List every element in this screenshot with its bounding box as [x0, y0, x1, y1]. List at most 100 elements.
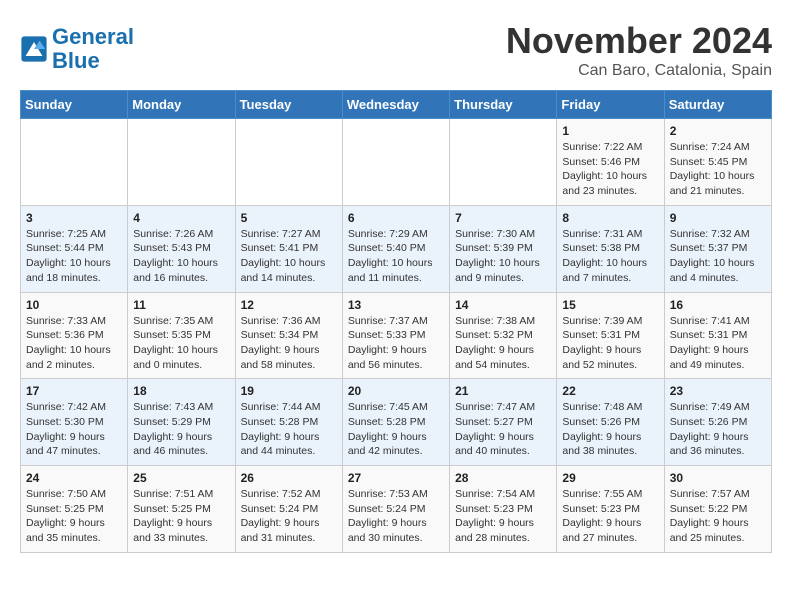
day-number: 16	[670, 298, 766, 312]
week-row-3: 10 Sunrise: 7:33 AM Sunset: 5:36 PM Dayli…	[21, 292, 772, 379]
day-info: Sunrise: 7:26 AM Sunset: 5:43 PM Dayligh…	[133, 227, 229, 286]
day-cell	[342, 119, 449, 206]
location-title: Can Baro, Catalonia, Spain	[506, 62, 772, 80]
day-cell: 21Sunrise: 7:47 AM Sunset: 5:27 PM Dayli…	[450, 379, 557, 466]
day-cell	[450, 119, 557, 206]
day-number: 7	[455, 211, 551, 225]
day-info: Sunrise: 7:53 AM Sunset: 5:24 PM Dayligh…	[348, 487, 444, 546]
day-number: 4	[133, 211, 229, 225]
weekday-header-monday: Monday	[128, 91, 235, 119]
day-number: 5	[241, 211, 337, 225]
day-cell: 28Sunrise: 7:54 AM Sunset: 5:23 PM Dayli…	[450, 466, 557, 553]
weekday-header-saturday: Saturday	[664, 91, 771, 119]
day-number: 15	[562, 298, 658, 312]
logo-text: General Blue	[52, 25, 134, 73]
day-cell	[235, 119, 342, 206]
day-number: 18	[133, 384, 229, 398]
day-number: 20	[348, 384, 444, 398]
day-cell: 27 Sunrise: 7:53 AM Sunset: 5:24 PM Dayli…	[342, 466, 449, 553]
day-number: 24	[26, 471, 122, 485]
day-info: Sunrise: 7:47 AM Sunset: 5:27 PM Dayligh…	[455, 400, 551, 459]
day-info: Sunrise: 7:24 AM Sunset: 5:45 PM Dayligh…	[670, 140, 766, 199]
day-cell: 7Sunrise: 7:30 AM Sunset: 5:39 PM Daylig…	[450, 205, 557, 292]
day-number: 25	[133, 471, 229, 485]
day-cell: 8Sunrise: 7:31 AM Sunset: 5:38 PM Daylig…	[557, 205, 664, 292]
weekday-header-row: SundayMondayTuesdayWednesdayThursdayFrid…	[21, 91, 772, 119]
day-cell: 18 Sunrise: 7:43 AM Sunset: 5:29 PM Dayli…	[128, 379, 235, 466]
day-info: Sunrise: 7:22 AM Sunset: 5:46 PM Dayligh…	[562, 140, 658, 199]
day-number: 9	[670, 211, 766, 225]
week-row-5: 24 Sunrise: 7:50 AM Sunset: 5:25 PM Dayli…	[21, 466, 772, 553]
day-cell: 5 Sunrise: 7:27 AM Sunset: 5:41 PM Daylig…	[235, 205, 342, 292]
day-info: Sunrise: 7:41 AM Sunset: 5:31 PM Dayligh…	[670, 314, 766, 373]
logo-line2: Blue	[52, 48, 100, 73]
day-info: Sunrise: 7:33 AM Sunset: 5:36 PM Dayligh…	[26, 314, 122, 373]
day-number: 12	[241, 298, 337, 312]
day-number: 26	[241, 471, 337, 485]
day-cell: 9 Sunrise: 7:32 AM Sunset: 5:37 PM Daylig…	[664, 205, 771, 292]
day-number: 3	[26, 211, 122, 225]
day-number: 28	[455, 471, 551, 485]
day-cell: 20 Sunrise: 7:45 AM Sunset: 5:28 PM Dayli…	[342, 379, 449, 466]
week-row-1: 1 Sunrise: 7:22 AM Sunset: 5:46 PM Daylig…	[21, 119, 772, 206]
day-cell: 19 Sunrise: 7:44 AM Sunset: 5:28 PM Dayli…	[235, 379, 342, 466]
day-info: Sunrise: 7:44 AM Sunset: 5:28 PM Dayligh…	[241, 400, 337, 459]
month-title: November 2024	[506, 20, 772, 62]
day-cell: 2 Sunrise: 7:24 AM Sunset: 5:45 PM Daylig…	[664, 119, 771, 206]
day-info: Sunrise: 7:50 AM Sunset: 5:25 PM Dayligh…	[26, 487, 122, 546]
day-cell: 6Sunrise: 7:29 AM Sunset: 5:40 PM Daylig…	[342, 205, 449, 292]
day-cell: 3Sunrise: 7:25 AM Sunset: 5:44 PM Daylig…	[21, 205, 128, 292]
logo-line1: General	[52, 24, 134, 49]
day-cell: 16 Sunrise: 7:41 AM Sunset: 5:31 PM Dayli…	[664, 292, 771, 379]
header: General Blue November 2024 Can Baro, Cat…	[20, 20, 772, 80]
day-number: 27	[348, 471, 444, 485]
title-area: November 2024 Can Baro, Catalonia, Spain	[506, 20, 772, 80]
day-cell: 1 Sunrise: 7:22 AM Sunset: 5:46 PM Daylig…	[557, 119, 664, 206]
day-number: 22	[562, 384, 658, 398]
day-info: Sunrise: 7:36 AM Sunset: 5:34 PM Dayligh…	[241, 314, 337, 373]
day-info: Sunrise: 7:49 AM Sunset: 5:26 PM Dayligh…	[670, 400, 766, 459]
day-cell: 11Sunrise: 7:35 AM Sunset: 5:35 PM Dayli…	[128, 292, 235, 379]
day-info: Sunrise: 7:37 AM Sunset: 5:33 PM Dayligh…	[348, 314, 444, 373]
day-cell: 10 Sunrise: 7:33 AM Sunset: 5:36 PM Dayli…	[21, 292, 128, 379]
day-cell: 23Sunrise: 7:49 AM Sunset: 5:26 PM Dayli…	[664, 379, 771, 466]
day-info: Sunrise: 7:52 AM Sunset: 5:24 PM Dayligh…	[241, 487, 337, 546]
day-number: 30	[670, 471, 766, 485]
week-row-2: 3Sunrise: 7:25 AM Sunset: 5:44 PM Daylig…	[21, 205, 772, 292]
week-row-4: 17 Sunrise: 7:42 AM Sunset: 5:30 PM Dayli…	[21, 379, 772, 466]
day-info: Sunrise: 7:55 AM Sunset: 5:23 PM Dayligh…	[562, 487, 658, 546]
day-cell	[21, 119, 128, 206]
day-number: 17	[26, 384, 122, 398]
day-info: Sunrise: 7:48 AM Sunset: 5:26 PM Dayligh…	[562, 400, 658, 459]
day-info: Sunrise: 7:57 AM Sunset: 5:22 PM Dayligh…	[670, 487, 766, 546]
day-number: 14	[455, 298, 551, 312]
day-info: Sunrise: 7:32 AM Sunset: 5:37 PM Dayligh…	[670, 227, 766, 286]
weekday-header-sunday: Sunday	[21, 91, 128, 119]
day-info: Sunrise: 7:31 AM Sunset: 5:38 PM Dayligh…	[562, 227, 658, 286]
day-cell: 12 Sunrise: 7:36 AM Sunset: 5:34 PM Dayli…	[235, 292, 342, 379]
day-info: Sunrise: 7:42 AM Sunset: 5:30 PM Dayligh…	[26, 400, 122, 459]
day-info: Sunrise: 7:43 AM Sunset: 5:29 PM Dayligh…	[133, 400, 229, 459]
day-info: Sunrise: 7:45 AM Sunset: 5:28 PM Dayligh…	[348, 400, 444, 459]
day-info: Sunrise: 7:27 AM Sunset: 5:41 PM Dayligh…	[241, 227, 337, 286]
day-cell: 22 Sunrise: 7:48 AM Sunset: 5:26 PM Dayli…	[557, 379, 664, 466]
day-cell: 15 Sunrise: 7:39 AM Sunset: 5:31 PM Dayli…	[557, 292, 664, 379]
weekday-header-tuesday: Tuesday	[235, 91, 342, 119]
day-number: 6	[348, 211, 444, 225]
day-info: Sunrise: 7:38 AM Sunset: 5:32 PM Dayligh…	[455, 314, 551, 373]
day-cell: 4 Sunrise: 7:26 AM Sunset: 5:43 PM Daylig…	[128, 205, 235, 292]
weekday-header-wednesday: Wednesday	[342, 91, 449, 119]
day-number: 19	[241, 384, 337, 398]
logo-icon	[20, 35, 48, 63]
calendar-table: SundayMondayTuesdayWednesdayThursdayFrid…	[20, 90, 772, 553]
day-number: 10	[26, 298, 122, 312]
weekday-header-thursday: Thursday	[450, 91, 557, 119]
day-number: 1	[562, 124, 658, 138]
day-cell: 24 Sunrise: 7:50 AM Sunset: 5:25 PM Dayli…	[21, 466, 128, 553]
day-info: Sunrise: 7:39 AM Sunset: 5:31 PM Dayligh…	[562, 314, 658, 373]
day-cell: 30 Sunrise: 7:57 AM Sunset: 5:22 PM Dayli…	[664, 466, 771, 553]
day-number: 2	[670, 124, 766, 138]
day-number: 29	[562, 471, 658, 485]
day-number: 13	[348, 298, 444, 312]
day-cell: 26 Sunrise: 7:52 AM Sunset: 5:24 PM Dayli…	[235, 466, 342, 553]
